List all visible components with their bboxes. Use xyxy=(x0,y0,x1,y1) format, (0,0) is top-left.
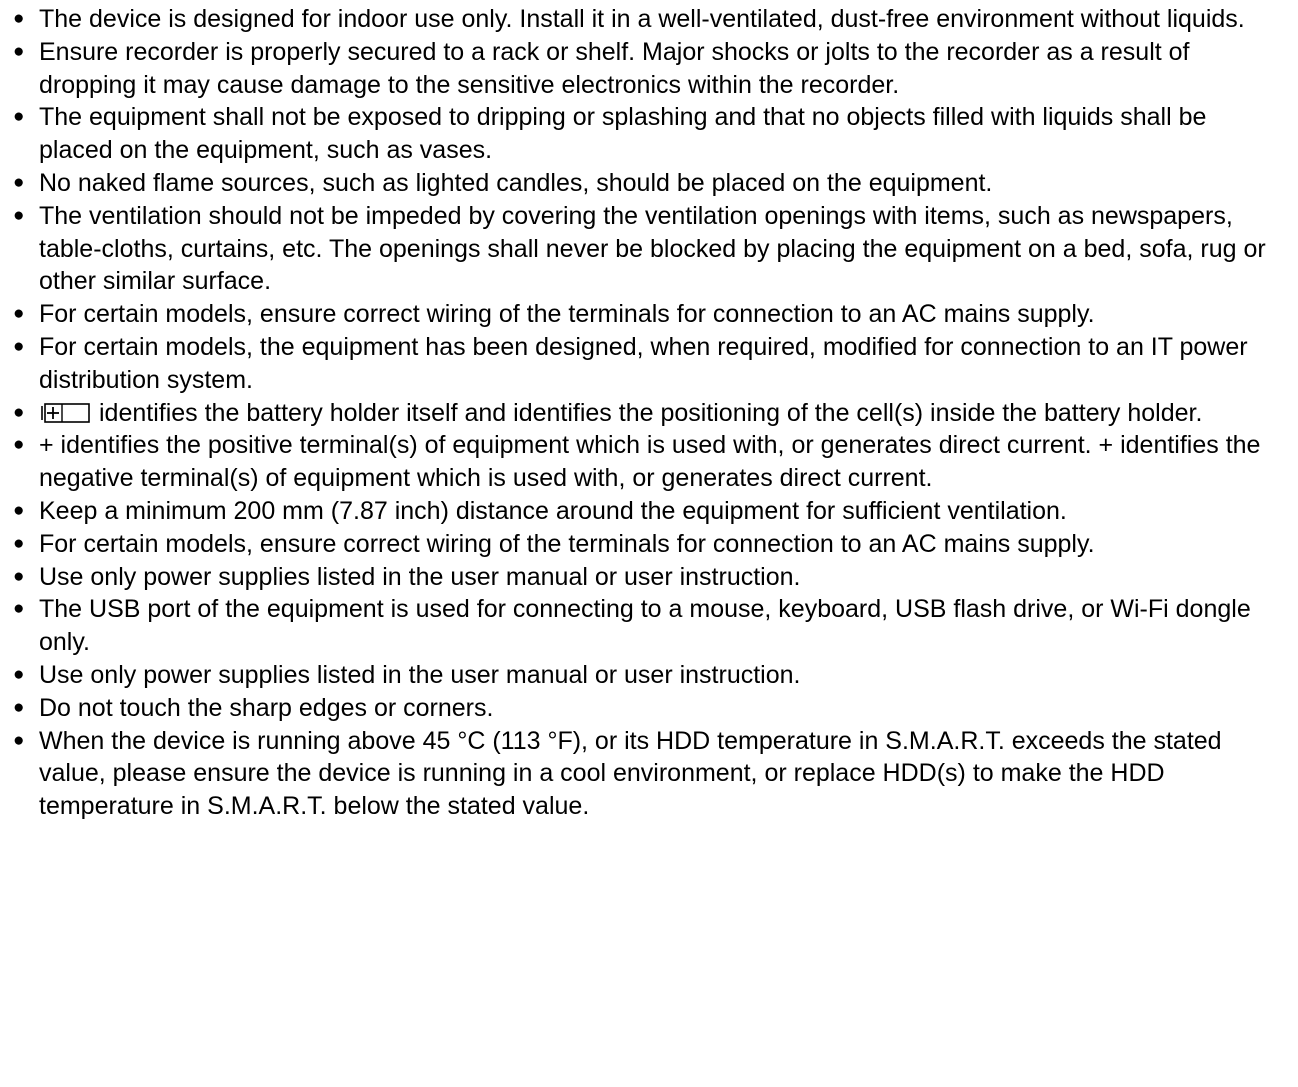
bullet-glyph: ● xyxy=(13,171,25,193)
list-item-text: Use only power supplies listed in the us… xyxy=(39,660,801,689)
bullet-glyph: ● xyxy=(13,729,25,751)
list-item-text: Keep a minimum 200 mm (7.87 inch) distan… xyxy=(39,496,1067,525)
list-item: ● When the device is running above 45 °C… xyxy=(13,725,1286,823)
list-item-text: The equipment shall not be exposed to dr… xyxy=(39,103,1207,165)
bullet-glyph: ● xyxy=(13,696,25,718)
list-item-text: The device is designed for indoor use on… xyxy=(39,5,1245,33)
bullet-glyph: ● xyxy=(13,565,25,587)
list-item: ● For certain models, ensure correct wir… xyxy=(13,298,1286,331)
bullet-glyph: ● xyxy=(13,303,25,325)
list-item-text: For certain models, ensure correct wirin… xyxy=(39,529,1095,558)
list-item-text: + identifies the positive terminal(s) of… xyxy=(39,431,1261,493)
bullet-glyph: ● xyxy=(13,499,25,521)
bullet-glyph: ● xyxy=(13,106,25,128)
list-item-text: Ensure recorder is properly secured to a… xyxy=(39,37,1190,99)
bullet-glyph: ● xyxy=(13,204,25,226)
list-item: ● Do not touch the sharp edges or corner… xyxy=(13,692,1286,725)
bullet-glyph: ● xyxy=(13,663,25,685)
list-item: ● For certain models, ensure correct wir… xyxy=(13,528,1286,561)
battery-holder-icon xyxy=(41,400,91,423)
bullet-glyph: ● xyxy=(13,40,25,62)
list-item: ● Keep a minimum 200 mm (7.87 inch) dist… xyxy=(13,495,1286,528)
list-item: ● Use only power supplies listed in the … xyxy=(13,561,1286,594)
bullet-glyph: ● xyxy=(13,434,25,456)
list-item: ● For certain models, the equipment has … xyxy=(13,331,1286,397)
list-item-text: The USB port of the equipment is used fo… xyxy=(39,595,1251,657)
list-item-text: identifies the battery holder itself and… xyxy=(99,398,1203,427)
list-item-text: For certain models, ensure correct wirin… xyxy=(39,300,1095,329)
list-item: ● The ventilation should not be impeded … xyxy=(13,200,1286,298)
list-item: ● The device is designed for indoor use … xyxy=(13,3,1286,36)
bullet-glyph: ● xyxy=(13,335,25,357)
document-page: ● The device is designed for indoor use … xyxy=(0,0,1298,1087)
list-item-text: No naked flame sources, such as lighted … xyxy=(39,168,993,197)
list-item-text: For certain models, the equipment has be… xyxy=(39,332,1248,394)
list-item: ● Ensure recorder is properly secured to… xyxy=(13,36,1286,102)
list-item-text: When the device is running above 45 °C (… xyxy=(39,726,1222,821)
list-item: ● The equipment shall not be exposed to … xyxy=(13,101,1286,167)
bullet-glyph: ● xyxy=(13,8,25,29)
safety-instructions-list: ● The device is designed for indoor use … xyxy=(13,3,1286,823)
bullet-glyph: ● xyxy=(13,598,25,620)
list-item: ● No naked flame sources, such as lighte… xyxy=(13,167,1286,200)
list-item: ● identifies the battery holder itself a… xyxy=(13,397,1286,430)
list-item: ● + identifies the positive terminal(s) … xyxy=(13,429,1286,495)
bullet-glyph: ● xyxy=(13,532,25,554)
bullet-glyph: ● xyxy=(13,401,25,423)
list-item: ● The USB port of the equipment is used … xyxy=(13,593,1286,659)
list-item: ● Use only power supplies listed in the … xyxy=(13,659,1286,692)
list-item-text: Use only power supplies listed in the us… xyxy=(39,562,801,591)
list-item-text: Do not touch the sharp edges or corners. xyxy=(39,693,494,722)
list-item-text: The ventilation should not be impeded by… xyxy=(39,201,1266,296)
